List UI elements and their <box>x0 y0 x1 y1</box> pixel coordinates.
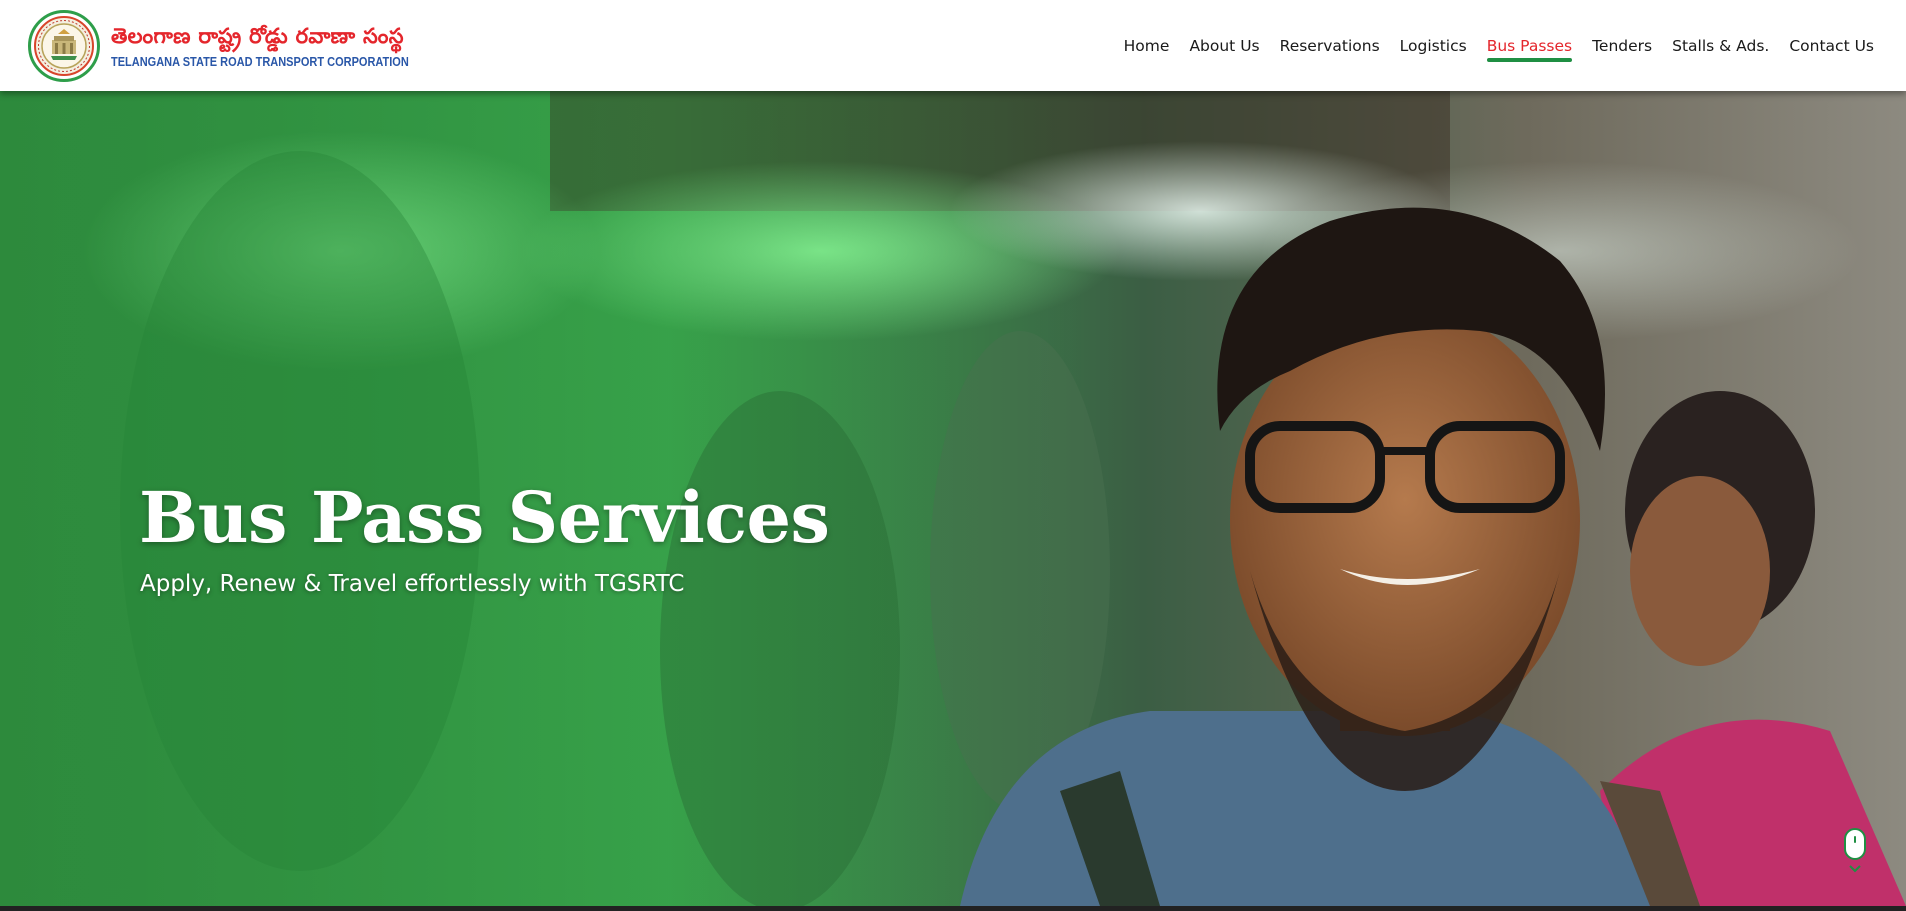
hero-banner: Bus Pass Services Apply, Renew & Travel … <box>0 91 1906 906</box>
site-header: తెలంగాణ రాష్ట్ర రోడ్డు రవాణా సంస్థ TELAN… <box>0 0 1906 91</box>
brand-logo-link[interactable]: తెలంగాణ రాష్ట్ర రోడ్డు రవాణా సంస్థ TELAN… <box>28 9 449 82</box>
nav-reservations[interactable]: Reservations <box>1280 0 1380 91</box>
nav-home[interactable]: Home <box>1124 0 1170 91</box>
brand-name-telugu: తెలంగాణ రాష్ట్ర రోడ్డు రవాణా సంస్థ <box>111 23 404 48</box>
nav-contact-us[interactable]: Contact Us <box>1789 0 1874 91</box>
page-bottom-edge <box>0 906 1906 911</box>
nav-stalls-ads[interactable]: Stalls & Ads. <box>1672 0 1769 91</box>
main-nav: Home About Us Reservations Logistics Bus… <box>1104 0 1874 91</box>
nav-about-us[interactable]: About Us <box>1189 0 1259 91</box>
nav-tenders[interactable]: Tenders <box>1592 0 1652 91</box>
hero-subtitle: Apply, Renew & Travel effortlessly with … <box>140 571 685 597</box>
chevron-down-icon <box>1849 865 1861 873</box>
nav-bus-passes[interactable]: Bus Passes <box>1486 0 1573 91</box>
brand-name-english: TELANGANA STATE ROAD TRANSPORT CORPORATI… <box>111 54 409 69</box>
tgsrtc-emblem-icon <box>28 9 100 82</box>
scroll-down-button[interactable] <box>1842 828 1868 884</box>
hero-title: Bus Pass Services <box>139 476 830 559</box>
scroll-down-mouse-icon <box>1844 828 1866 860</box>
nav-logistics[interactable]: Logistics <box>1400 0 1467 91</box>
